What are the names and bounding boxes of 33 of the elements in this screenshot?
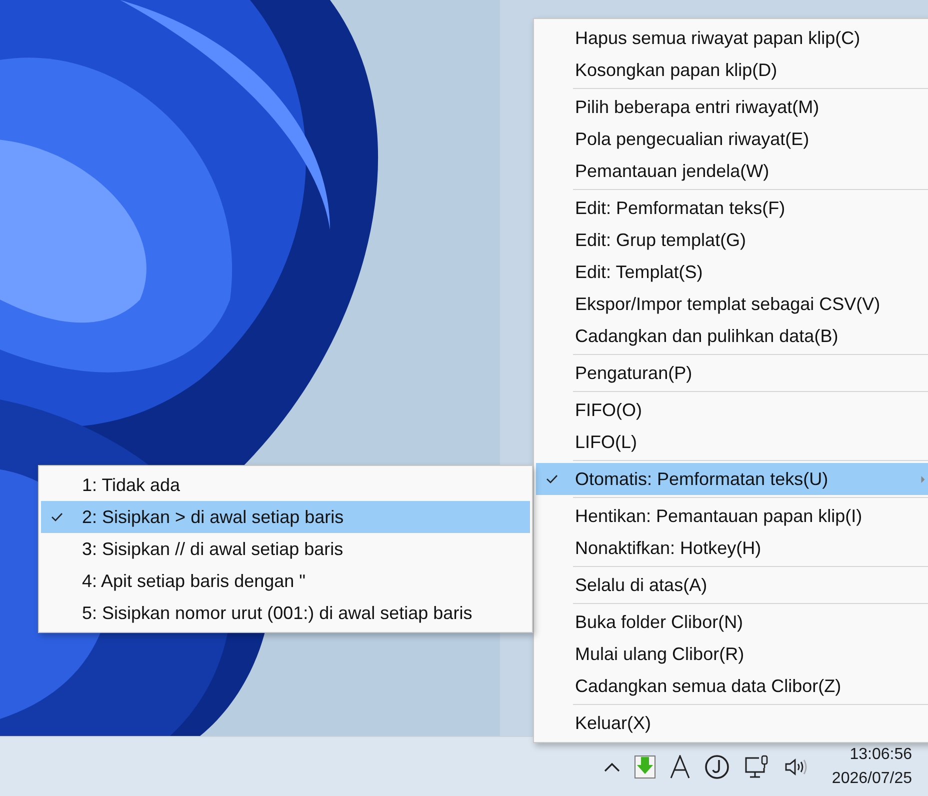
menu-item[interactable]: 1: Tidak ada — [41, 469, 530, 501]
menu-item[interactable]: Selalu di atas(A) — [536, 569, 928, 601]
clock-time: 13:06:56 — [850, 744, 912, 764]
menu-item[interactable]: Edit: Templat(S) — [536, 256, 928, 288]
network-monitor-icon[interactable] — [744, 754, 770, 778]
menu-item[interactable]: Kosongkan papan klip(D) — [536, 54, 928, 86]
speaker-icon[interactable] — [784, 756, 808, 776]
menu-item[interactable]: Ekspor/Impor templat sebagai CSV(V) — [536, 288, 928, 320]
menu-item[interactable]: 3: Sisipkan // di awal setiap baris — [41, 533, 530, 565]
menu-item[interactable]: 5: Sisipkan nomor urut (001:) di awal setiap baris — [41, 597, 530, 629]
menu-item[interactable]: Mulai ulang Clibor(R) — [536, 638, 928, 670]
menu-item[interactable]: Pola pengecualian riwayat(E) — [536, 123, 928, 155]
menu-item[interactable]: Keluar(X) — [536, 707, 928, 739]
menu-item[interactable]: Hentikan: Pemantauan papan klip(I) — [536, 500, 928, 532]
menu-item[interactable]: Cadangkan semua data Clibor(Z) — [536, 670, 928, 702]
menu-item[interactable]: LIFO(L) — [536, 426, 928, 458]
menu-item[interactable]: Otomatis: Pemformatan teks(U) — [536, 463, 928, 495]
menu-item[interactable]: Buka folder Clibor(N) — [536, 606, 928, 638]
letter-a-icon[interactable] — [670, 754, 690, 778]
menu-item[interactable]: FIFO(O) — [536, 394, 928, 426]
menu-item[interactable]: 2: Sisipkan > di awal setiap baris — [41, 501, 530, 533]
menu-item[interactable]: Nonaktifkan: Hotkey(H) — [536, 532, 928, 564]
menu-item[interactable]: Edit: Pemformatan teks(F) — [536, 192, 928, 224]
circle-hook-icon[interactable] — [704, 754, 730, 780]
menu-item[interactable]: Cadangkan dan pulihkan data(B) — [536, 320, 928, 352]
clock-date: 2026/07/25 — [832, 768, 912, 788]
chevron-up-icon[interactable] — [604, 762, 620, 772]
menu-item[interactable]: Pilih beberapa entri riwayat(M) — [536, 91, 928, 123]
menu-item[interactable]: Pemantauan jendela(W) — [536, 155, 928, 187]
menu-item[interactable]: Pengaturan(P) — [536, 357, 928, 389]
menu-item[interactable]: Edit: Grup templat(G) — [536, 224, 928, 256]
menu-item[interactable]: Hapus semua riwayat papan klip(C) — [536, 22, 928, 54]
menu-item[interactable]: 4: Apit setiap baris dengan " — [41, 565, 530, 597]
